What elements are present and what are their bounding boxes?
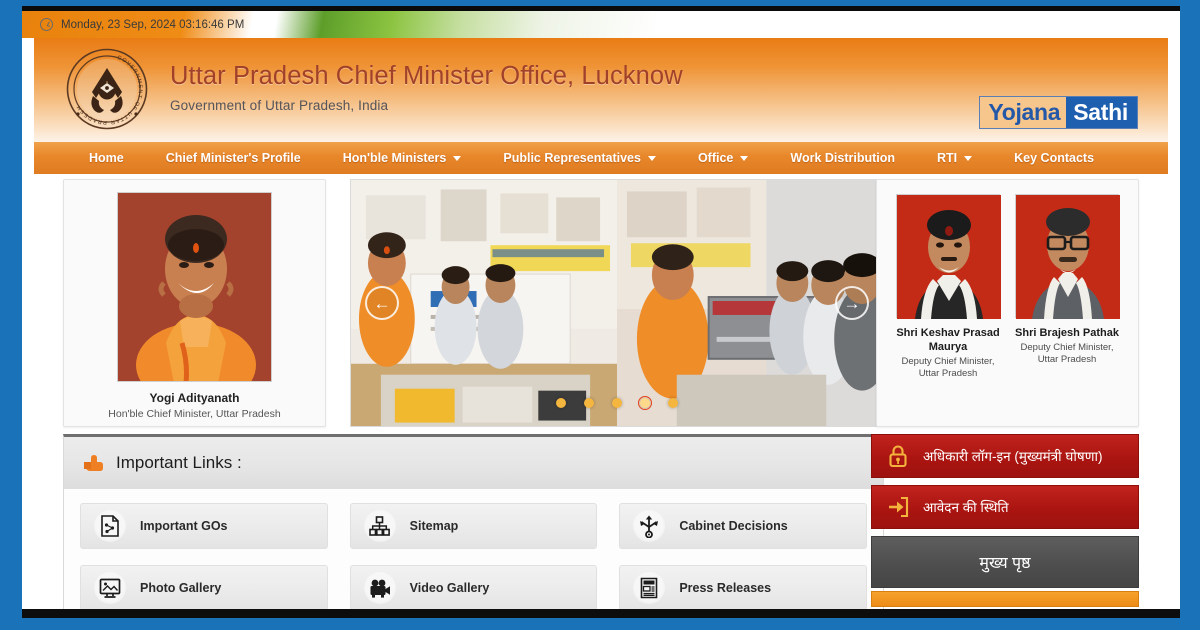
nav-item-public-representatives[interactable]: Public Representatives bbox=[482, 142, 677, 174]
chevron-down-icon bbox=[647, 155, 656, 161]
carousel-dots bbox=[556, 396, 678, 410]
sitemap-icon bbox=[363, 510, 396, 542]
video-camera-icon bbox=[363, 572, 396, 604]
document-chart-icon bbox=[94, 510, 126, 542]
important-links-grid: Important GOs Sitemap Cabinet Decisions … bbox=[64, 489, 883, 611]
lock-icon bbox=[885, 443, 911, 469]
nav-label: Work Distribution bbox=[790, 151, 896, 165]
nav-item-honble-ministers[interactable]: Hon'ble Ministers bbox=[322, 142, 483, 174]
link-label: Important GOs bbox=[140, 519, 228, 533]
chief-minister-role: Hon'ble Chief Minister, Uttar Pradesh bbox=[108, 408, 281, 420]
link-video-gallery[interactable]: Video Gallery bbox=[349, 565, 598, 611]
home-page-label: मुख्य पृष्ठ bbox=[979, 555, 1031, 572]
link-press-releases[interactable]: Press Releases bbox=[619, 565, 867, 611]
hero-row: Yogi Adityanath Hon'ble Chief Minister, … bbox=[34, 179, 1168, 427]
link-label: Sitemap bbox=[409, 519, 459, 533]
link-label: Photo Gallery bbox=[140, 581, 222, 595]
carousel-dot[interactable] bbox=[556, 398, 566, 408]
chevron-down-icon bbox=[453, 155, 462, 161]
important-links-title: Important Links : bbox=[116, 452, 242, 472]
website-screenshot: Monday, 23 Sep, 2024 03:16:46 PM GOVERNM… bbox=[22, 6, 1180, 618]
deputy-cm-keshav-prasad-maurya[interactable]: Shri Keshav Prasad Maurya Deputy Chief M… bbox=[896, 194, 1001, 426]
carousel-next-button[interactable]: → bbox=[835, 286, 869, 320]
application-status-label: आवेदन की स्थिति bbox=[923, 500, 1009, 515]
newspaper-icon bbox=[633, 572, 666, 604]
chief-minister-card[interactable]: Yogi Adityanath Hon'ble Chief Minister, … bbox=[63, 179, 326, 427]
brajesh-pathak-photo bbox=[1015, 194, 1120, 319]
date-time-display: Monday, 23 Sep, 2024 03:16:46 PM bbox=[34, 11, 256, 38]
nav-item-work-distribution[interactable]: Work Distribution bbox=[769, 142, 916, 174]
brand-word-yojana: Yojana bbox=[980, 97, 1067, 128]
deputy-cm-brajesh-pathak[interactable]: Shri Brajesh Pathak Deputy Chief Ministe… bbox=[1015, 194, 1120, 426]
side-action-panel: अधिकारी लॉग-इन (मुख्यमंत्री घोषणा) आवेदन… bbox=[871, 434, 1139, 612]
chevron-down-icon bbox=[964, 155, 973, 161]
login-arrow-icon bbox=[885, 494, 911, 520]
yojana-sathi-logo[interactable]: Yojana Sathi bbox=[979, 96, 1138, 129]
carousel-dot[interactable] bbox=[668, 398, 678, 408]
link-cabinet-decisions[interactable]: Cabinet Decisions bbox=[619, 503, 867, 549]
nav-label: Public Representatives bbox=[503, 151, 641, 165]
deputy-chief-ministers-card: Shri Keshav Prasad Maurya Deputy Chief M… bbox=[876, 179, 1139, 427]
important-links-header: Important Links : bbox=[64, 437, 883, 489]
page-frame: Monday, 23 Sep, 2024 03:16:46 PM GOVERNM… bbox=[0, 0, 1200, 630]
carousel-prev-button[interactable]: ← bbox=[365, 286, 399, 320]
nav-label: Home bbox=[89, 151, 124, 165]
chief-minister-name: Yogi Adityanath bbox=[149, 391, 240, 405]
officer-login-button[interactable]: अधिकारी लॉग-इन (मुख्यमंत्री घोषणा) bbox=[871, 434, 1139, 478]
uttar-pradesh-government-emblem: GOVERNMENT OF UTTAR PRADESH bbox=[66, 48, 148, 130]
carousel-dot[interactable] bbox=[584, 398, 594, 408]
deputy-cm-name: Shri Brajesh Pathak bbox=[1015, 327, 1119, 339]
pointing-hand-icon bbox=[82, 454, 104, 472]
nav-label: Key Contacts bbox=[1014, 151, 1095, 165]
link-photo-gallery[interactable]: Photo Gallery bbox=[80, 565, 328, 611]
chevron-down-icon bbox=[740, 155, 749, 161]
application-status-button[interactable]: आवेदन की स्थिति bbox=[871, 485, 1139, 529]
bottom-black-bar bbox=[22, 609, 1180, 618]
yogi-adityanath-photo bbox=[117, 192, 272, 382]
orange-accent-strip bbox=[871, 591, 1139, 607]
header-title-block: Uttar Pradesh Chief Minister Office, Luc… bbox=[170, 62, 683, 113]
link-label: Press Releases bbox=[679, 581, 772, 595]
nav-item-chief-ministers-profile[interactable]: Chief Minister's Profile bbox=[145, 142, 322, 174]
tricolor-top-strip: Monday, 23 Sep, 2024 03:16:46 PM bbox=[22, 11, 1180, 38]
main-navigation: Home Chief Minister's Profile Hon'ble Mi… bbox=[34, 142, 1168, 174]
page-title: Uttar Pradesh Chief Minister Office, Luc… bbox=[170, 62, 683, 90]
nav-item-office[interactable]: Office bbox=[677, 142, 769, 174]
nav-label: Chief Minister's Profile bbox=[165, 151, 301, 165]
link-label: Video Gallery bbox=[409, 581, 490, 595]
keshav-prasad-maurya-photo bbox=[896, 194, 1001, 319]
site-header: GOVERNMENT OF UTTAR PRADESH Uttar Prades… bbox=[34, 38, 1168, 142]
arrow-right-icon: → bbox=[843, 293, 861, 313]
important-links-panel: Important Links : Important GOs Sitemap … bbox=[63, 434, 884, 612]
monitor-photo-icon bbox=[94, 572, 126, 604]
date-time-text: Monday, 23 Sep, 2024 03:16:46 PM bbox=[61, 18, 245, 31]
link-sitemap[interactable]: Sitemap bbox=[349, 503, 598, 549]
arrow-left-icon: ← bbox=[373, 293, 391, 313]
deputy-cm-name: Shri Keshav Prasad Maurya bbox=[896, 327, 1000, 354]
links-row: Important Links : Important GOs Sitemap … bbox=[34, 434, 1168, 612]
link-important-gos[interactable]: Important GOs bbox=[80, 503, 328, 549]
deputy-cm-role: Deputy Chief Minister, Uttar Pradesh bbox=[1020, 342, 1114, 366]
clock-icon bbox=[40, 18, 53, 31]
link-label: Cabinet Decisions bbox=[679, 519, 788, 533]
nav-item-key-contacts[interactable]: Key Contacts bbox=[993, 142, 1115, 174]
nav-label: RTI bbox=[937, 151, 958, 165]
nav-item-rti[interactable]: RTI bbox=[916, 142, 993, 174]
news-image-carousel[interactable]: ← → bbox=[350, 179, 884, 427]
carousel-dot[interactable] bbox=[612, 398, 622, 408]
nav-label: Office bbox=[697, 151, 734, 165]
carousel-dot-active[interactable] bbox=[638, 396, 652, 410]
arrows-hub-icon bbox=[633, 510, 666, 542]
nav-item-home[interactable]: Home bbox=[68, 142, 145, 174]
home-page-button[interactable]: मुख्य पृष्ठ bbox=[871, 536, 1139, 588]
deputy-cm-role: Deputy Chief Minister, Uttar Pradesh bbox=[901, 356, 995, 380]
nav-label: Hon'ble Ministers bbox=[342, 151, 447, 165]
page-subtitle: Government of Uttar Pradesh, India bbox=[170, 98, 389, 114]
officer-login-label: अधिकारी लॉग-इन (मुख्यमंत्री घोषणा) bbox=[923, 449, 1103, 464]
brand-word-sathi: Sathi bbox=[1066, 97, 1137, 128]
